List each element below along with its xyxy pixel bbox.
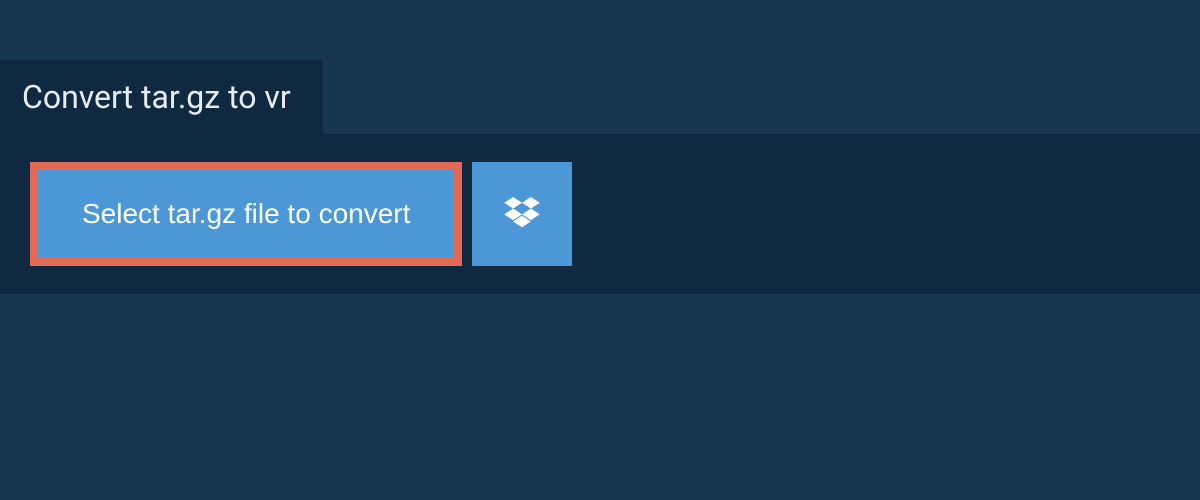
- dropbox-button[interactable]: [472, 162, 572, 266]
- select-file-button[interactable]: Select tar.gz file to convert: [38, 170, 454, 258]
- button-row: Select tar.gz file to convert: [30, 162, 1170, 266]
- select-button-highlight-frame: Select tar.gz file to convert: [30, 162, 462, 266]
- upload-panel: Select tar.gz file to convert: [0, 134, 1200, 294]
- dropbox-icon: [504, 197, 540, 232]
- select-file-button-label: Select tar.gz file to convert: [82, 198, 410, 230]
- tab-header: Convert tar.gz to vr: [0, 60, 323, 134]
- page-title: Convert tar.gz to vr: [22, 78, 291, 116]
